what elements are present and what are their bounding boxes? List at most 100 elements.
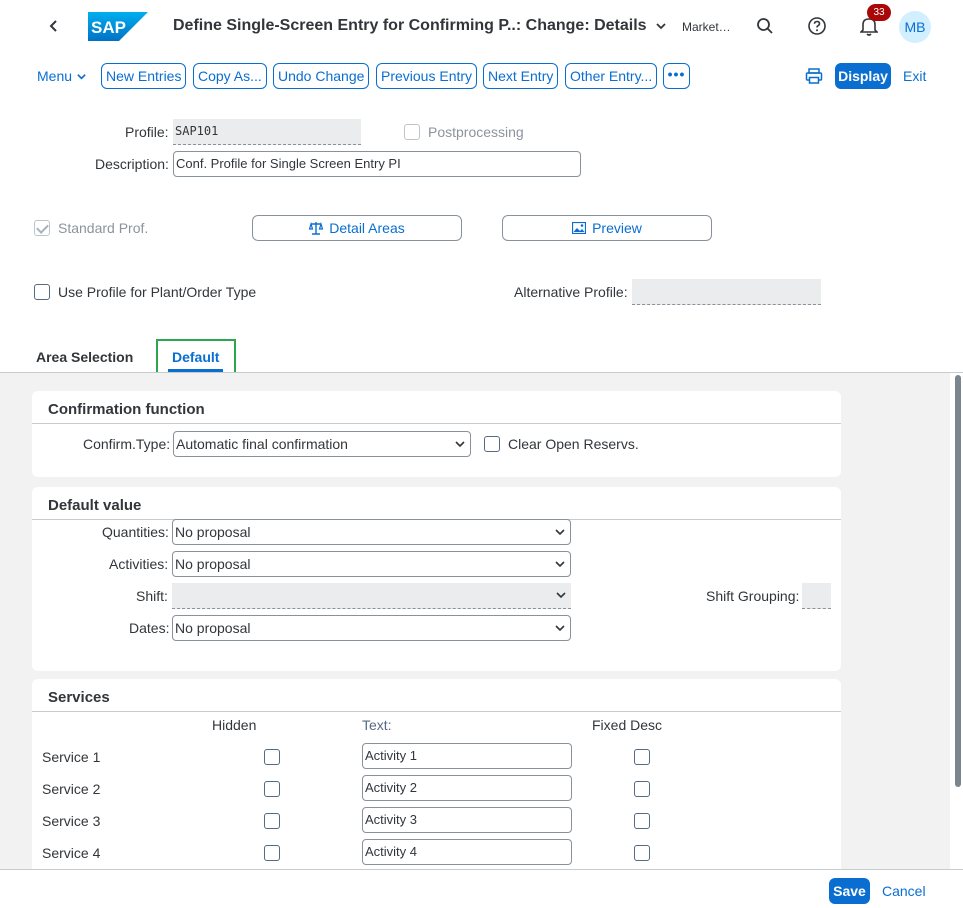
confirm-type-value: Automatic final confirmation — [176, 436, 348, 452]
notification-badge: 33 — [867, 4, 891, 21]
display-button[interactable]: Display — [835, 63, 891, 89]
sap-logo: SAP — [88, 12, 148, 41]
activities-select[interactable]: No proposal — [172, 551, 571, 577]
tab-area-selection[interactable]: Area Selection — [36, 349, 133, 365]
activities-label: Activities: — [109, 556, 169, 572]
standard-prof-checkbox[interactable] — [34, 220, 50, 236]
scrollbar-thumb[interactable] — [955, 375, 961, 787]
toolbar: Menu New Entries Copy As... Undo Change … — [0, 62, 963, 90]
quantities-value: No proposal — [175, 524, 251, 540]
service-text-field[interactable]: Activity 2 — [362, 775, 572, 801]
default-value-title: Default value — [48, 497, 142, 514]
services-panel: Services Hidden Text: Fixed Desc Service… — [32, 679, 841, 869]
hidden-checkbox[interactable] — [264, 781, 280, 797]
shift-label: Shift: — [136, 588, 168, 604]
alt-profile-label: Alternative Profile: — [514, 284, 628, 300]
service-text-field[interactable]: Activity 4 — [362, 839, 572, 865]
preview-button[interactable]: Preview — [502, 215, 712, 241]
avatar[interactable]: MB — [899, 11, 931, 43]
chevron-down-icon — [555, 561, 565, 568]
more-button[interactable]: ••• — [663, 63, 690, 89]
clear-open-reservs-label: Clear Open Reservs. — [508, 436, 639, 452]
shift-grouping-field[interactable] — [802, 583, 831, 609]
back-button[interactable] — [40, 12, 68, 40]
service-label: Service 2 — [42, 781, 101, 797]
alt-profile-field[interactable] — [632, 279, 821, 305]
other-entry-button[interactable]: Other Entry... — [565, 63, 658, 89]
chevron-down-icon — [77, 73, 86, 80]
panel-divider — [32, 711, 841, 712]
save-button[interactable]: Save — [829, 878, 870, 904]
print-icon[interactable] — [805, 67, 823, 85]
profile-field[interactable]: SAP101 — [173, 119, 361, 145]
postprocessing-label: Postprocessing — [428, 124, 524, 140]
confirm-type-select[interactable]: Automatic final confirmation — [173, 431, 471, 457]
use-profile-label: Use Profile for Plant/Order Type — [58, 284, 257, 300]
description-field[interactable]: Conf. Profile for Single Screen Entry PI — [173, 151, 581, 177]
cancel-button[interactable]: Cancel — [882, 883, 926, 899]
company-name[interactable]: Market… — [682, 20, 731, 34]
service-label: Service 1 — [42, 749, 101, 765]
footer-bar: Save Cancel — [0, 869, 963, 908]
search-icon[interactable] — [752, 13, 778, 39]
shift-select[interactable] — [172, 583, 571, 609]
profile-label: Profile: — [125, 124, 169, 140]
new-entries-button[interactable]: New Entries — [101, 63, 187, 89]
menu-label: Menu — [37, 68, 73, 84]
use-profile-checkbox[interactable] — [34, 284, 50, 300]
clear-open-reservs-checkbox[interactable] — [484, 436, 500, 452]
copy-as-button[interactable]: Copy As... — [193, 63, 267, 89]
default-value-panel: Default value Quantities: No proposal Ac… — [32, 487, 841, 671]
detail-areas-button[interactable]: Detail Areas — [252, 215, 462, 241]
fixed-desc-checkbox[interactable] — [634, 781, 650, 797]
shell-bar: SAP Define Single-Screen Entry for Confi… — [0, 0, 963, 52]
app-title-text: Define Single-Screen Entry for Confirmin… — [173, 17, 647, 34]
hidden-checkbox[interactable] — [264, 813, 280, 829]
description-label: Description: — [95, 156, 169, 172]
chevron-down-icon — [555, 529, 565, 536]
svg-text:SAP: SAP — [91, 18, 126, 37]
chevron-left-icon — [49, 20, 57, 32]
help-icon[interactable] — [804, 13, 830, 39]
previous-entry-button[interactable]: Previous Entry — [376, 63, 478, 89]
preview-label: Preview — [592, 220, 642, 236]
service-text-field[interactable]: Activity 3 — [362, 807, 572, 833]
menu-button[interactable]: Menu — [37, 68, 87, 84]
exit-button[interactable]: Exit — [903, 68, 926, 84]
standard-prof-label: Standard Prof. — [58, 220, 149, 236]
postprocessing-checkbox[interactable] — [404, 124, 420, 140]
quantities-label: Quantities: — [102, 524, 169, 540]
tab-content: Confirmation function Confirm.Type: Auto… — [0, 373, 950, 869]
confirm-type-label: Confirm.Type: — [83, 436, 171, 452]
service-text-field[interactable]: Activity 1 — [362, 743, 572, 769]
hidden-checkbox[interactable] — [264, 845, 280, 861]
next-entry-button[interactable]: Next Entry — [483, 63, 559, 89]
scales-icon — [309, 221, 324, 235]
image-icon — [572, 222, 587, 234]
chevron-down-icon — [655, 20, 667, 32]
fixed-desc-column-header: Fixed Desc — [592, 717, 663, 733]
chevron-down-icon — [555, 625, 565, 632]
text-column-header: Text: — [362, 717, 392, 733]
detail-areas-label: Detail Areas — [329, 220, 405, 236]
fixed-desc-checkbox[interactable] — [634, 813, 650, 829]
dates-label: Dates: — [129, 620, 170, 636]
services-title: Services — [48, 689, 110, 706]
dates-select[interactable]: No proposal — [172, 615, 571, 641]
fixed-desc-checkbox[interactable] — [634, 845, 650, 861]
panel-divider — [32, 423, 841, 424]
service-label: Service 4 — [42, 845, 101, 861]
undo-change-button[interactable]: Undo Change — [273, 63, 370, 89]
service-label: Service 3 — [42, 813, 101, 829]
hidden-column-header: Hidden — [212, 717, 257, 733]
chevron-down-icon — [556, 592, 566, 599]
app-title[interactable]: Define Single-Screen Entry for Confirmin… — [173, 17, 667, 35]
hidden-checkbox[interactable] — [264, 749, 280, 765]
dates-value: No proposal — [175, 620, 251, 636]
confirmation-panel: Confirmation function Confirm.Type: Auto… — [32, 391, 841, 477]
quantities-select[interactable]: No proposal — [172, 519, 571, 545]
confirmation-title: Confirmation function — [48, 401, 205, 418]
shift-grouping-label: Shift Grouping: — [706, 588, 800, 604]
chevron-down-icon — [455, 441, 465, 448]
fixed-desc-checkbox[interactable] — [634, 749, 650, 765]
